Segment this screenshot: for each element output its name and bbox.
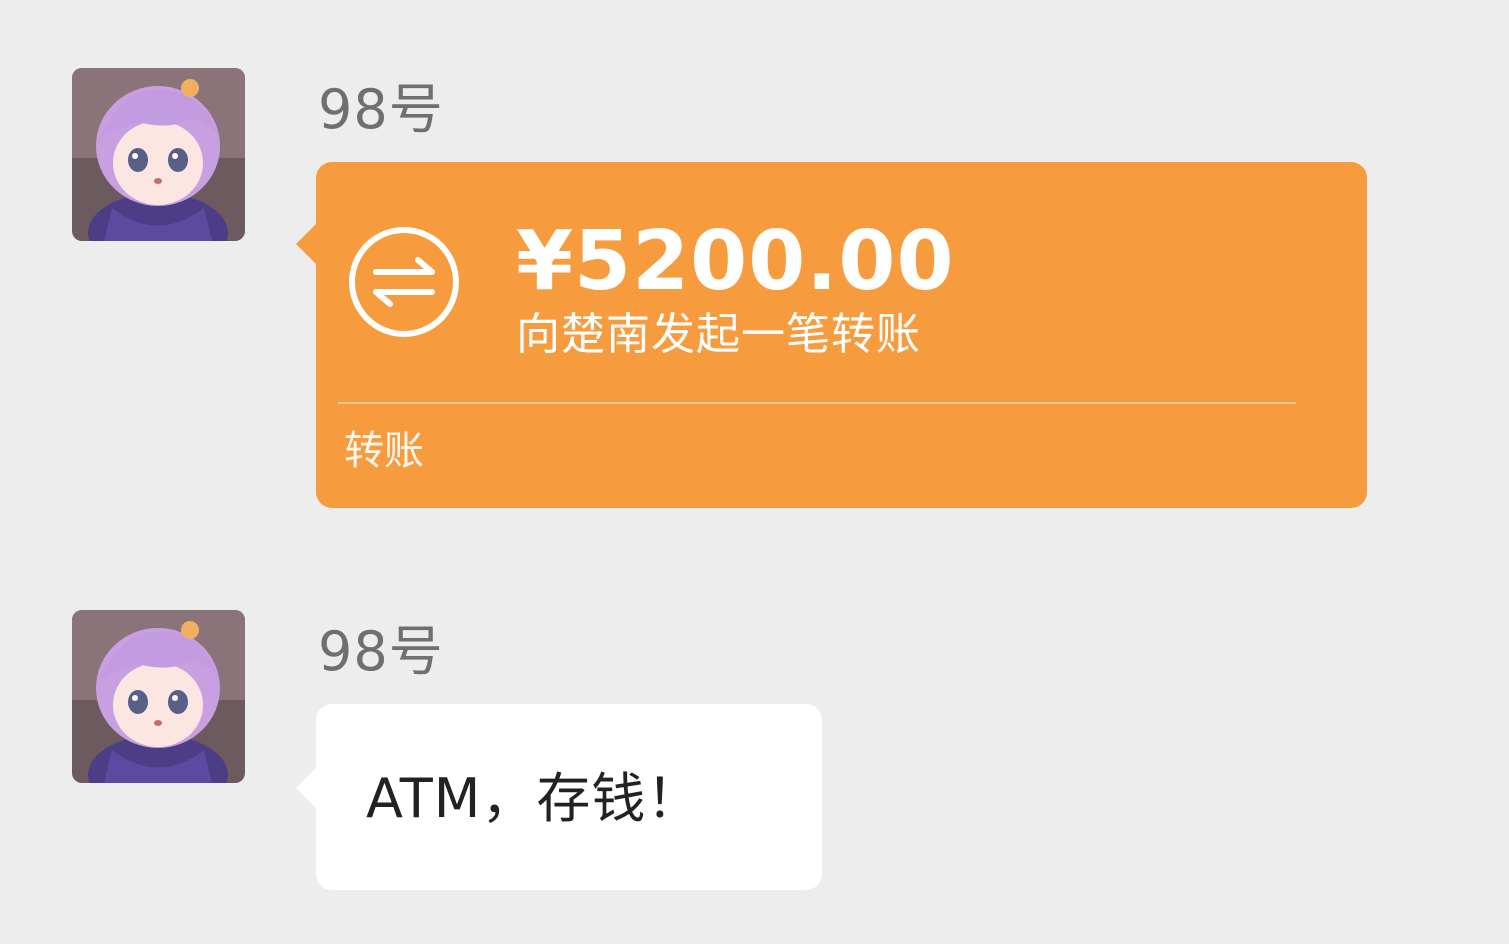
card-divider: [338, 402, 1296, 404]
anime-girl-avatar-icon: [72, 610, 245, 783]
bubble-tail: [296, 766, 318, 810]
message-bubble[interactable]: ATM，存钱！: [296, 704, 822, 890]
message-text: ATM，存钱！: [366, 767, 702, 830]
avatar[interactable]: [72, 610, 245, 783]
bubble-tail: [296, 222, 318, 266]
transfer-card[interactable]: ¥5200.00 向楚南发起一笔转账 转账: [296, 162, 1367, 508]
transfer-description: 向楚南发起一笔转账: [516, 309, 921, 360]
transfer-amount: ¥5200.00: [516, 214, 955, 309]
avatar[interactable]: [72, 68, 245, 241]
transfer-footer-label: 转账: [344, 428, 424, 474]
transfer-arrows-icon: [349, 227, 459, 337]
sender-name: 98号: [318, 78, 444, 141]
sender-name: 98号: [318, 620, 444, 683]
anime-girl-avatar-icon: [72, 68, 245, 241]
